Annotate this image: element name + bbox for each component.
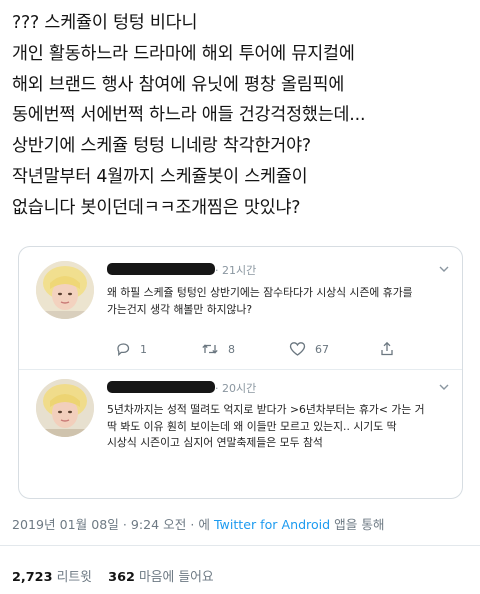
chevron-down-icon[interactable] [438,263,450,275]
share-button[interactable] [379,339,395,359]
like-count: 67 [315,342,329,356]
retweet-count: 8 [228,342,235,356]
tweet-line: 해외 브랜드 행사 참여에 유닛에 평창 올림픽에 [12,74,345,95]
tweet-line: 작년말부터 4월까지 스케쥴봇이 스케쥴이 [12,166,308,187]
reply-text: 5년차까지는 성적 떨려도 억지로 받다가 >6년차부터는 휴가< 가는 거 딱… [107,402,457,452]
reply-line: 가는건지 생각 해볼만 하지않나? [107,302,253,316]
heart-icon [289,342,306,356]
tweet-line: 상반기에 스케쥴 텅텅 니네랑 착각한거야? [12,136,311,157]
tweet-source-link[interactable]: Twitter for Android [214,517,330,532]
redacted-username [107,263,215,275]
tweet-line: 개인 활동하느라 드라마에 해외 투어에 뮤지컬에 [12,43,355,64]
reply-line: 딱 봐도 이유 훤히 보이는데 왜 이들만 모르고 있는지.. 시기도 딱 [107,419,397,433]
reply-item[interactable]: · 21시간 왜 하필 스케쥴 텅텅인 상반기에는 잠수타다가 시상식 시즌에 … [19,247,462,370]
quoted-replies-card[interactable]: · 21시간 왜 하필 스케쥴 텅텅인 상반기에는 잠수타다가 시상식 시즌에 … [18,246,463,499]
divider [0,545,480,546]
reply-item[interactable]: · 20시간 5년차까지는 성적 떨려도 억지로 받다가 >6년차부터는 휴가<… [19,369,462,497]
like-stat[interactable]: 362 마음에 들어요 [108,570,214,585]
tweet-stats: 2,723 리트윗 362 마음에 들어요 [12,566,214,585]
avatar[interactable] [36,261,94,319]
reply-line: 시상식 시즌이고 심지어 연말축제들은 모두 참석 [107,436,323,449]
retweet-icon [202,344,218,354]
avatar[interactable] [36,379,94,437]
like-stat-label: 마음에 들어요 [138,570,214,585]
reply-button[interactable]: 1 [115,339,147,359]
tweet-timestamp-source: 2019년 01월 08일 · 9:24 오전 · 에 Twitter for … [12,514,385,533]
retweet-button[interactable]: 8 [201,339,235,359]
tweet-source-suffix: 앱을 통해 [330,517,385,532]
reply-line: 왜 하필 스케쥴 텅텅인 상반기에는 잠수타다가 시상식 시즌에 휴가를 [107,286,413,299]
reply-text: 왜 하필 스케쥴 텅텅인 상반기에는 잠수타다가 시상식 시즌에 휴가를 가는건… [107,285,457,318]
retweet-stat[interactable]: 2,723 리트윗 [12,570,92,585]
reply-time: · 21시간 [215,264,257,277]
like-total: 362 [108,570,135,585]
retweet-stat-label: 리트윗 [56,570,92,585]
tweet-line: 동에번쩍 서에번쩍 하느라 애들 건강걱정했는데... [12,105,366,126]
tweet-datetime[interactable]: 2019년 01월 08일 · 9:24 오전 · 에 [12,517,214,532]
tweet-line: ??? 스케쥴이 텅텅 비다니 [12,13,198,33]
reply-count: 1 [140,342,147,356]
reply-line: 5년차까지는 성적 떨려도 억지로 받다가 >6년차부터는 휴가< 가는 거 [107,403,425,416]
retweet-total: 2,723 [12,570,53,585]
reply-actions: 1 8 67 [107,339,447,359]
redacted-username [107,381,215,393]
tweet-text: ??? 스케쥴이 텅텅 비다니 개인 활동하느라 드라마에 해외 투어에 뮤지컬… [12,8,474,224]
reply-icon [117,343,130,357]
like-button[interactable]: 67 [289,339,329,359]
reply-time: · 20시간 [215,382,257,395]
chevron-down-icon[interactable] [438,381,450,393]
tweet-line: 없습니다 봇이던데ㅋㅋ조개찜은 맛있냐? [12,197,301,218]
share-icon [381,341,393,356]
